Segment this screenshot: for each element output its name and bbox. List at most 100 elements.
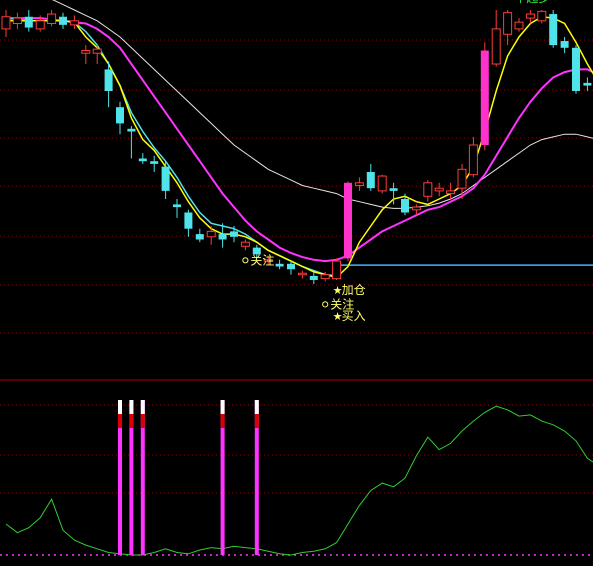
indicator-spike (129, 400, 134, 555)
signal-label: 加仓 (342, 283, 366, 297)
signal-marker: 牛起步 (514, 0, 550, 5)
spike-red-segment (140, 414, 145, 428)
candle (173, 199, 181, 218)
candle-body (468, 144, 478, 176)
candle (549, 10, 558, 48)
signal-label: 牛起步 (514, 0, 550, 5)
spike-red-segment (254, 414, 259, 428)
candle (161, 161, 170, 199)
candle (240, 239, 250, 251)
candle (81, 45, 91, 64)
stock-chart: 关注★加仓关注★买入牛起步 (0, 0, 593, 562)
candle (127, 126, 136, 159)
indicator-spike (254, 400, 259, 555)
candle-body (344, 182, 352, 259)
candle-body (411, 206, 421, 211)
candle-body (377, 175, 387, 192)
candle-body (525, 13, 535, 19)
spike-white-cap (254, 400, 259, 414)
candle-body (389, 188, 398, 191)
candle (12, 12, 22, 29)
indicator-spikes (118, 400, 259, 555)
candle-body (81, 50, 91, 54)
candle (297, 270, 307, 279)
candle-body (491, 28, 501, 65)
candle (195, 228, 204, 243)
candle (344, 181, 352, 262)
candle-body (230, 231, 238, 237)
candle (491, 10, 501, 67)
candle-body (127, 128, 136, 132)
candle (59, 12, 67, 29)
spike-red-segment (118, 414, 122, 428)
signal-circle-icon (242, 257, 249, 264)
indicator-line (5, 405, 593, 556)
spike-white-cap (118, 400, 122, 414)
candle (47, 10, 57, 27)
signal-circle-icon (322, 301, 329, 308)
candle-body (354, 182, 364, 187)
candle (366, 163, 375, 191)
signals: 关注★加仓关注★买入牛起步 (242, 0, 550, 323)
candle-body (138, 158, 147, 162)
candle-body (218, 234, 227, 240)
candle (150, 155, 159, 172)
candle-body (514, 21, 524, 30)
candle-body (47, 13, 57, 24)
ma-mid-line (6, 17, 593, 263)
candle-body (297, 272, 307, 276)
candle-body (401, 199, 409, 213)
indicator-spike (118, 400, 122, 555)
signal-marker: ★ 加仓 (333, 283, 366, 297)
candle (332, 258, 342, 280)
candle-body (457, 168, 467, 189)
price-grid (0, 39, 593, 334)
candle-body (59, 16, 67, 25)
candle-body (35, 20, 45, 30)
candle (309, 271, 318, 285)
candle (184, 209, 193, 237)
candle (1, 10, 11, 37)
candle-body (12, 17, 22, 25)
candle (354, 177, 364, 191)
candle-body (150, 161, 159, 164)
spike-white-cap (129, 400, 134, 414)
candle-body (309, 275, 318, 280)
candle-body (549, 14, 558, 46)
candle-body (434, 187, 444, 192)
ma-fast-line (6, 16, 593, 279)
candle-body (503, 12, 513, 35)
candle-body (24, 16, 33, 28)
candle-body (173, 204, 181, 208)
candle (275, 259, 284, 270)
candle (572, 45, 580, 94)
candle (560, 37, 569, 54)
candle (446, 182, 456, 199)
indicator-spike (140, 400, 145, 555)
signal-label: 买入 (342, 309, 366, 323)
candle (138, 153, 147, 164)
candle-body (583, 82, 592, 86)
candle (468, 136, 478, 178)
candle-body (366, 172, 375, 189)
candle (206, 226, 216, 245)
signal-marker: ★ 买入 (333, 309, 366, 323)
candle-body (69, 20, 79, 26)
ma-blue-line (5, 17, 337, 277)
candle-body (423, 182, 433, 197)
spike-red-segment (220, 414, 225, 428)
candle-body (446, 190, 456, 195)
candle (92, 45, 102, 64)
candle-body (275, 263, 284, 267)
candle (434, 182, 444, 197)
signal-label: 关注 (250, 252, 274, 267)
candle-body (572, 47, 580, 91)
candle-body (104, 69, 113, 91)
candle-body (287, 263, 295, 270)
candle-body (480, 50, 489, 145)
candle (537, 10, 547, 24)
chart-canvas: 关注★加仓关注★买入牛起步 (0, 0, 593, 556)
candle (116, 101, 124, 135)
spike-red-segment (129, 414, 134, 428)
candle-body (1, 16, 11, 30)
